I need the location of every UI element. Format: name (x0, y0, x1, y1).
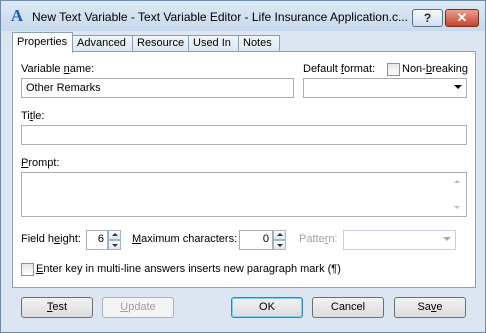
close-button[interactable]: ✕ (445, 9, 479, 27)
default-format-select[interactable] (303, 78, 467, 98)
tab-properties[interactable]: Properties (12, 32, 73, 53)
variable-name-label: Variable name: (21, 63, 95, 75)
field-height-increment[interactable] (108, 230, 121, 240)
max-characters-input[interactable]: 0 (239, 230, 273, 250)
max-characters-label: Maximum characters: (132, 233, 238, 245)
field-height-input[interactable]: 6 (86, 230, 108, 250)
ok-button[interactable]: OK (231, 297, 303, 318)
pattern-label: Pattern: (299, 233, 338, 245)
tab-advanced[interactable]: Advanced (72, 35, 133, 52)
tab-notes[interactable]: Notes (238, 35, 280, 52)
cancel-button[interactable]: Cancel (312, 297, 384, 318)
arrow-up-icon (277, 233, 283, 236)
max-characters-stepper[interactable] (273, 230, 286, 250)
tab-used-in[interactable]: Used In (188, 35, 239, 52)
variable-name-input[interactable]: Other Remarks (21, 78, 294, 98)
max-characters-decrement[interactable] (273, 240, 286, 250)
max-characters-increment[interactable] (273, 230, 286, 240)
pattern-select (343, 230, 456, 250)
prompt-scrollbar[interactable] (449, 173, 466, 216)
chevron-down-icon (443, 237, 451, 241)
non-breaking-checkbox[interactable] (387, 63, 400, 76)
non-breaking-label: Non-breaking (402, 63, 469, 75)
enter-key-label: Enter key in multi-line answers inserts … (36, 263, 341, 275)
window-title: New Text Variable - Text Variable Editor… (32, 10, 408, 24)
scroll-up-icon (454, 180, 460, 183)
close-icon: ✕ (456, 10, 468, 25)
properties-panel: Variable name: Other Remarks Default for… (12, 51, 476, 288)
test-button[interactable]: Test (21, 297, 93, 318)
field-height-stepper[interactable] (108, 230, 121, 250)
update-button: Update (102, 297, 174, 318)
prompt-textarea[interactable] (21, 172, 467, 217)
title-input[interactable] (21, 125, 467, 145)
arrow-up-icon (112, 233, 118, 236)
text-variable-editor-dialog: A New Text Variable - Text Variable Edit… (0, 0, 486, 333)
title-bar[interactable]: A New Text Variable - Text Variable Edit… (1, 1, 485, 31)
field-height-decrement[interactable] (108, 240, 121, 250)
arrow-down-icon (112, 244, 118, 247)
enter-key-checkbox[interactable] (21, 263, 34, 276)
chevron-down-icon (454, 85, 462, 89)
prompt-label: Prompt: (21, 157, 60, 169)
field-height-label: Field height: (21, 233, 81, 245)
save-button[interactable]: Save (394, 297, 466, 318)
help-button[interactable]: ? (412, 9, 443, 27)
default-format-label: Default format: (303, 63, 376, 75)
scroll-down-icon (454, 206, 460, 209)
arrow-down-icon (277, 244, 283, 247)
title-label: Title: (21, 110, 45, 122)
tab-resource[interactable]: Resource (132, 35, 189, 52)
app-icon: A (10, 6, 24, 25)
